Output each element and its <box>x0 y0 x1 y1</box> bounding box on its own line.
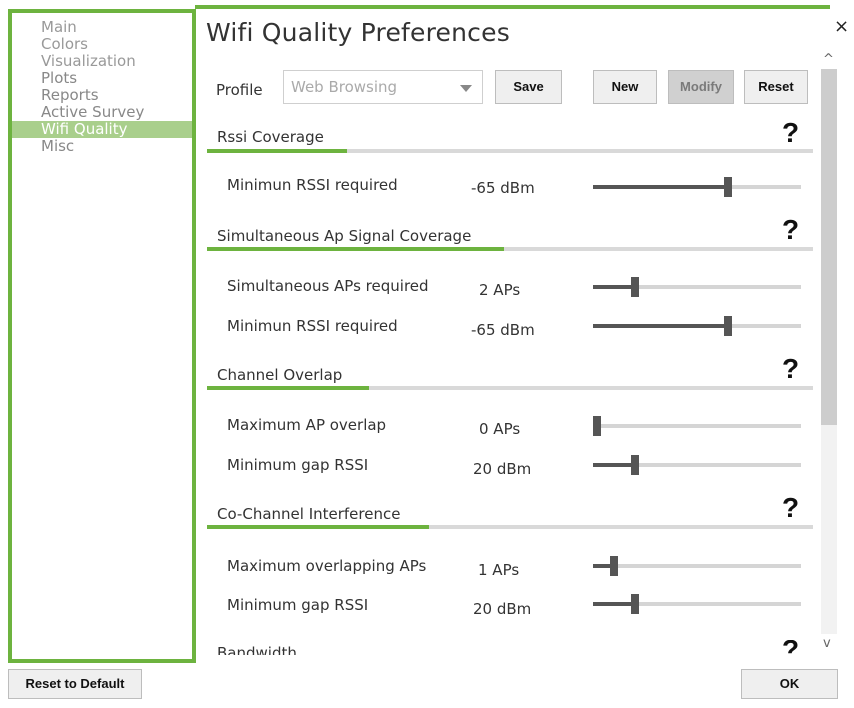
sidebar-item-colors[interactable]: Colors <box>12 36 192 53</box>
row-value: 20 dBm <box>473 600 532 618</box>
slider-thumb[interactable] <box>724 177 732 197</box>
row-label: Maximum AP overlap <box>227 416 387 434</box>
row-label: Minimun RSSI required <box>227 176 398 194</box>
row-value: -65 dBm <box>471 179 535 197</box>
slider[interactable] <box>593 556 801 576</box>
section-divider <box>207 149 813 153</box>
slider[interactable] <box>593 177 801 197</box>
row-value: 20 dBm <box>473 460 532 478</box>
sidebar-item-wifi-quality[interactable]: Wifi Quality <box>12 121 192 138</box>
scroll-down-icon[interactable]: v <box>823 636 831 651</box>
row-label: Minimum gap RSSI <box>227 596 369 614</box>
help-icon[interactable]: ? <box>782 492 799 524</box>
page-title: Wifi Quality Preferences <box>206 18 510 47</box>
slider[interactable] <box>593 416 801 436</box>
slider[interactable] <box>593 594 801 614</box>
sidebar-item-misc[interactable]: Misc <box>12 138 192 155</box>
row-label: Minimum gap RSSI <box>227 456 369 474</box>
row-label: Maximum overlapping APs <box>227 557 427 575</box>
reset-to-default-button[interactable]: Reset to Default <box>8 669 142 699</box>
profile-select[interactable]: Web Browsing <box>283 70 483 104</box>
scrollbar-thumb[interactable] <box>821 69 837 425</box>
ok-button[interactable]: OK <box>741 669 838 699</box>
save-button[interactable]: Save <box>495 70 562 104</box>
row-label: Simultaneous APs required <box>227 277 429 295</box>
scroll-up-icon[interactable]: ^ <box>823 52 834 67</box>
sidebar-item-visualization[interactable]: Visualization <box>12 53 192 70</box>
row-value: -65 dBm <box>471 321 535 339</box>
section-divider <box>207 525 813 529</box>
row-value: 2 APs <box>479 281 521 299</box>
modify-button[interactable]: Modify <box>668 70 734 104</box>
help-icon[interactable]: ? <box>782 117 799 149</box>
slider-thumb[interactable] <box>631 455 639 475</box>
row-label: Minimun RSSI required <box>227 317 398 335</box>
sidebar-item-main[interactable]: Main <box>12 19 192 36</box>
slider[interactable] <box>593 316 801 336</box>
top-accent-line <box>195 5 830 9</box>
section-title-rssi-coverage: Rssi Coverage <box>217 128 324 146</box>
profile-selected-value: Web Browsing <box>291 78 398 96</box>
slider-thumb[interactable] <box>724 316 732 336</box>
section-divider <box>207 386 813 390</box>
slider-thumb[interactable] <box>631 594 639 614</box>
help-icon[interactable]: ? <box>782 640 799 655</box>
sidebar-item-active-survey[interactable]: Active Survey <box>12 104 192 121</box>
reset-button[interactable]: Reset <box>744 70 808 104</box>
row-value: 0 APs <box>479 420 521 438</box>
sidebar-item-plots[interactable]: Plots <box>12 70 192 87</box>
slider[interactable] <box>593 455 801 475</box>
new-button[interactable]: New <box>593 70 657 104</box>
slider[interactable] <box>593 277 801 297</box>
chevron-down-icon <box>460 85 472 92</box>
sidebar-item-reports[interactable]: Reports <box>12 87 192 104</box>
help-icon[interactable]: ? <box>782 214 799 246</box>
clipped-section-area: Bandwidth ? <box>195 640 815 655</box>
slider-thumb[interactable] <box>610 556 618 576</box>
help-icon[interactable]: ? <box>782 353 799 385</box>
close-icon[interactable]: × <box>834 16 849 37</box>
section-title-bandwidth: Bandwidth <box>217 644 297 655</box>
sidebar: Main Colors Visualization Plots Reports … <box>8 9 196 663</box>
section-title-channel-overlap: Channel Overlap <box>217 366 343 384</box>
row-value: 1 APs <box>478 561 520 579</box>
profile-label: Profile <box>216 81 263 99</box>
section-title-simultaneous-ap: Simultaneous Ap Signal Coverage <box>217 227 472 245</box>
slider-thumb[interactable] <box>631 277 639 297</box>
section-title-co-channel-interference: Co-Channel Interference <box>217 505 401 523</box>
section-divider <box>207 247 813 251</box>
slider-thumb[interactable] <box>593 416 601 436</box>
